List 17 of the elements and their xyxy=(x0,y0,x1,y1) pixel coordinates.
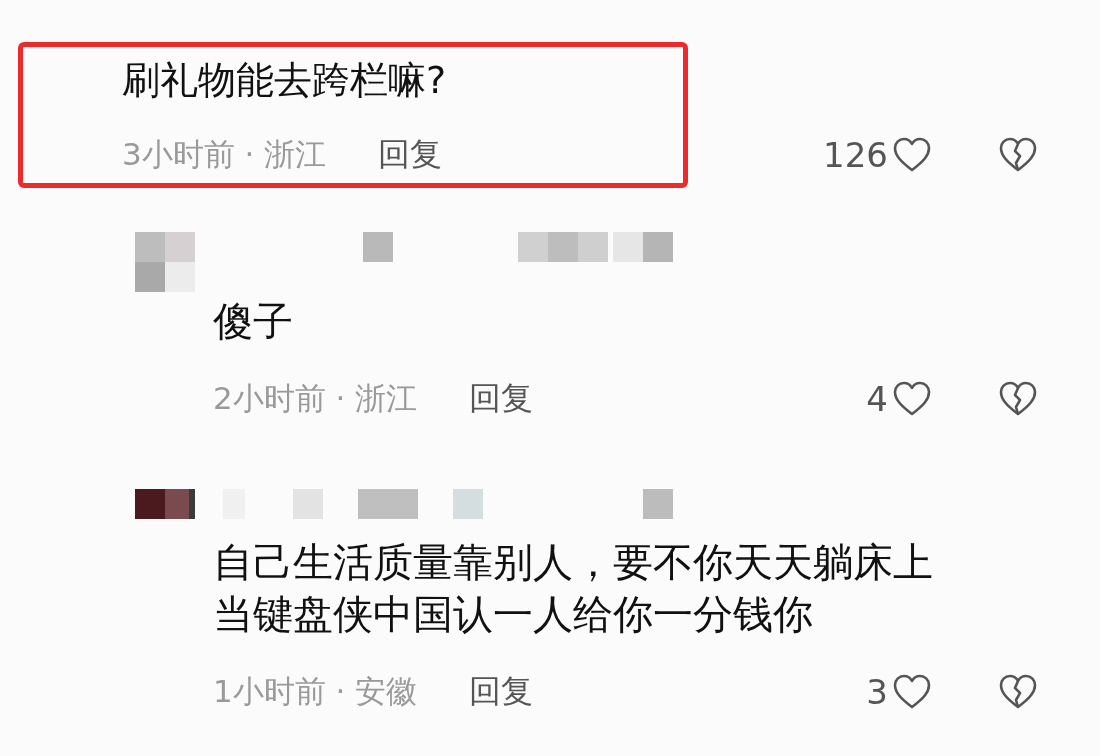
reply-link[interactable]: 回复 xyxy=(469,670,534,714)
like-count: 126 xyxy=(823,135,888,175)
reply-link[interactable]: 回复 xyxy=(378,133,443,177)
pixelated-avatar xyxy=(135,232,195,292)
pixelated-avatar xyxy=(135,489,195,519)
heart-icon[interactable] xyxy=(892,673,932,711)
comment-text: 傻子 xyxy=(213,297,294,346)
like-count: 4 xyxy=(866,379,888,419)
reply-link[interactable]: 回复 xyxy=(469,377,534,421)
comment-meta: 1小时前 · 安徽 xyxy=(213,672,418,711)
like-count: 3 xyxy=(866,672,888,712)
comment-text: 自己生活质量靠别人，要不你天天躺床上 当键盘侠中国认一人给你一分钱你 xyxy=(213,538,934,639)
heart-icon[interactable] xyxy=(892,380,932,418)
comment-meta: 3小时前 · 浙江 xyxy=(122,135,327,174)
comment-text: 刷礼物能去跨栏嘛? xyxy=(122,57,448,104)
comment-meta: 2小时前 · 浙江 xyxy=(213,379,418,418)
heart-icon[interactable] xyxy=(892,136,932,174)
